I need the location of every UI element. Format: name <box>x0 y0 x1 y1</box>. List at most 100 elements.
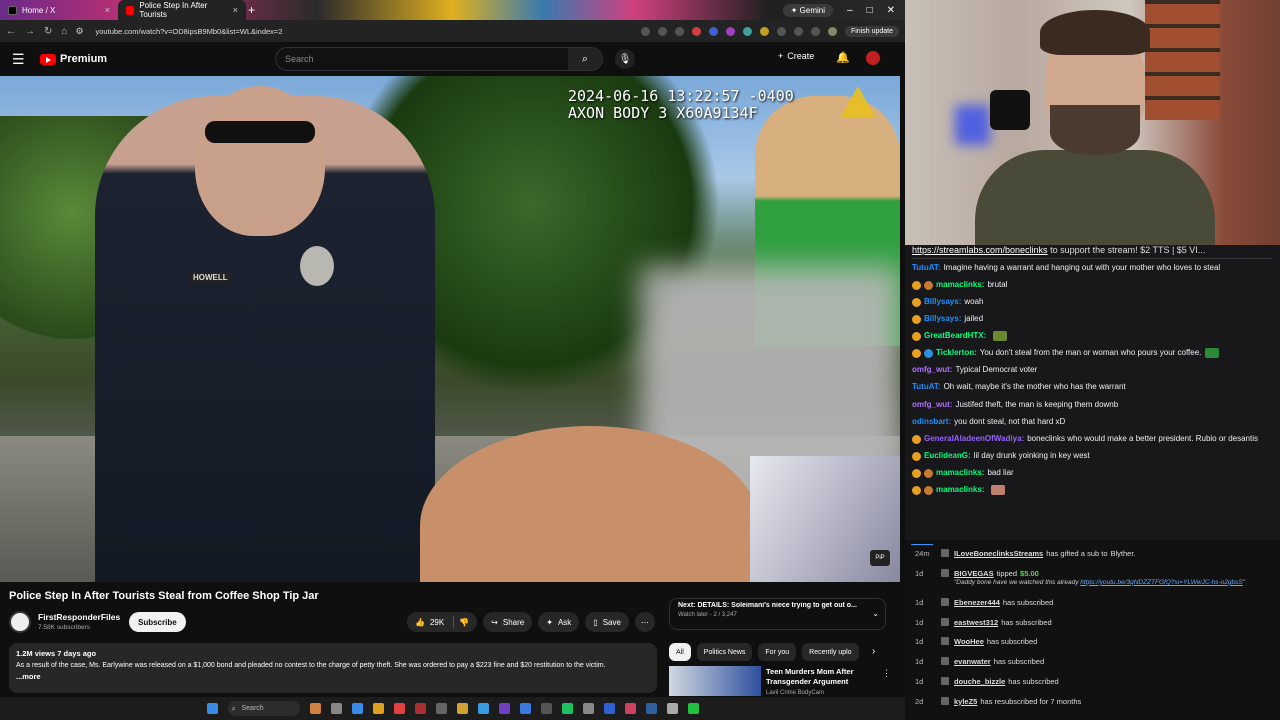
app-icon[interactable] <box>435 703 447 714</box>
finish-update-button[interactable]: Finish update <box>844 25 899 37</box>
back-icon[interactable]: ← <box>6 26 16 37</box>
event-username[interactable]: WooHee <box>954 637 984 646</box>
close-icon[interactable]: × <box>105 5 110 15</box>
chat-username[interactable]: TutuAT: <box>912 263 941 272</box>
zoom-icon[interactable] <box>640 26 650 36</box>
profile-avatar[interactable] <box>827 26 837 36</box>
tip-message-link[interactable]: https://youtu.be/3qNDZZTFGfQ?si=YLWwJC-h… <box>1080 579 1243 586</box>
windows-start-icon[interactable] <box>206 703 218 714</box>
video-description[interactable]: 1.2M views 7 days ago As a result of the… <box>9 643 657 693</box>
app-icon[interactable] <box>540 703 552 714</box>
like-button[interactable]: 👍 29K 👎 <box>407 612 478 632</box>
chat-username[interactable]: Billysays: <box>924 297 961 306</box>
app-icon[interactable] <box>498 703 510 714</box>
event-username[interactable]: Ebenezer444 <box>954 598 1000 607</box>
app-icon[interactable] <box>624 703 636 714</box>
app-icon[interactable] <box>393 703 405 714</box>
bookmark-star-icon[interactable] <box>674 26 684 36</box>
app-icon[interactable] <box>582 703 594 714</box>
menu-icon[interactable]: ☰ <box>12 51 34 68</box>
microphone-icon[interactable]: 🎙 <box>615 49 635 69</box>
create-button[interactable]: + Create <box>778 51 814 61</box>
chat-username[interactable]: EuclideanG: <box>924 451 971 460</box>
reload-icon[interactable]: ↻ <box>44 26 52 37</box>
minimize-icon[interactable]: – <box>847 5 853 16</box>
chat-username[interactable]: mamaclinks: <box>936 485 984 494</box>
event-username[interactable]: evanwater <box>954 657 991 666</box>
chat-username[interactable]: mamaclinks: <box>936 280 984 289</box>
next-up-panel[interactable]: Next: DETAILS: Soleimani's niece trying … <box>669 598 886 630</box>
chat-username[interactable]: GreatBeardHTX: <box>924 331 986 340</box>
extension-icon[interactable] <box>759 26 769 36</box>
share-button[interactable]: ↪ Share <box>483 612 533 632</box>
widget-icon[interactable] <box>309 703 321 714</box>
spotify-icon[interactable] <box>561 703 573 714</box>
more-actions-button[interactable]: ⋯ <box>634 612 655 632</box>
more-link[interactable]: ...more <box>16 672 41 681</box>
app-icon[interactable] <box>603 703 615 714</box>
chevron-down-icon[interactable]: ⌄ <box>872 609 879 618</box>
chip-recently-uploaded[interactable]: Recently uplo <box>802 643 859 661</box>
channel-avatar[interactable] <box>9 611 31 633</box>
task-view-icon[interactable] <box>330 703 342 714</box>
chevron-right-icon[interactable]: › <box>872 646 875 657</box>
app-icon[interactable] <box>414 703 426 714</box>
gemini-button[interactable]: ✦ Gemini <box>782 3 833 17</box>
chip-all[interactable]: All <box>669 643 691 661</box>
tab-youtube-video[interactable]: Police Step In After Tourists × <box>118 0 246 20</box>
download-icon[interactable] <box>810 26 820 36</box>
cast-icon[interactable] <box>657 26 667 36</box>
picture-in-picture-button[interactable]: PiP <box>870 550 890 566</box>
maximize-icon[interactable]: □ <box>867 5 873 16</box>
suggested-thumbnail[interactable] <box>669 666 761 696</box>
chat-username[interactable]: odinsbart: <box>912 417 951 426</box>
close-icon[interactable]: × <box>233 5 238 15</box>
app-icon[interactable] <box>666 703 678 714</box>
app-icon[interactable] <box>687 703 699 714</box>
chat-username[interactable]: Ticklerton: <box>936 348 977 357</box>
forward-icon[interactable]: → <box>25 26 35 37</box>
app-icon[interactable] <box>477 703 489 714</box>
chat-username[interactable]: omfg_wut: <box>912 400 952 409</box>
site-info-icon[interactable]: ⚙ <box>75 26 83 37</box>
edge-icon[interactable] <box>351 703 363 714</box>
event-username[interactable]: eastwest312 <box>954 618 998 627</box>
chat-username[interactable]: Billysays: <box>924 314 961 323</box>
app-icon[interactable] <box>519 703 531 714</box>
event-username[interactable]: ILoveBoneclinksStreams <box>954 549 1043 558</box>
chip-politics-news[interactable]: Politics News <box>696 643 753 661</box>
new-tab-button[interactable]: + <box>248 3 255 17</box>
chip-for-you[interactable]: For you <box>758 643 797 661</box>
youtube-logo[interactable]: Premium <box>40 53 107 65</box>
extension-icon[interactable] <box>691 26 701 36</box>
chat-username[interactable]: omfg_wut: <box>912 365 952 374</box>
account-avatar[interactable] <box>866 51 880 65</box>
url-field[interactable]: youtube.com/watch?v=OD8ipsB9Mb0&list=WL&… <box>96 27 283 36</box>
suggested-title[interactable]: Teen Murders Mom After Transgender Argum… <box>766 667 866 687</box>
close-window-icon[interactable]: ✕ <box>887 5 895 16</box>
app-icon[interactable] <box>645 703 657 714</box>
streamlabs-link[interactable]: https://streamlabs.com/boneclinks <box>912 245 1048 255</box>
save-button[interactable]: ▯ Save <box>585 612 629 632</box>
chat-username[interactable]: TutuAT: <box>912 382 941 391</box>
taskbar-search[interactable]: Search <box>227 701 300 716</box>
more-vert-icon[interactable]: ⋮ <box>882 668 891 679</box>
chat-username[interactable]: GeneralAladeenOfWadiya: <box>924 434 1024 443</box>
channel-name[interactable]: FirstResponderFiles <box>38 612 120 622</box>
notifications-bell-icon[interactable]: 🔔 <box>836 51 850 64</box>
extension-icon[interactable] <box>725 26 735 36</box>
subscribe-button[interactable]: Subscribe <box>129 612 186 632</box>
search-icon[interactable]: ⌕ <box>568 48 602 70</box>
extension-icon[interactable] <box>708 26 718 36</box>
chat-username[interactable]: mamaclinks: <box>936 468 984 477</box>
ask-button[interactable]: ✦ Ask <box>538 612 580 632</box>
puzzle-icon[interactable] <box>776 26 786 36</box>
event-username[interactable]: kyleZ5 <box>954 697 977 706</box>
chrome-icon[interactable] <box>372 703 384 714</box>
home-icon[interactable]: ⌂ <box>61 26 67 37</box>
file-explorer-icon[interactable] <box>456 703 468 714</box>
sidebar-icon[interactable] <box>793 26 803 36</box>
search-input[interactable]: Search ⌕ <box>275 47 603 71</box>
event-username[interactable]: douche_bizzle <box>954 677 1005 686</box>
video-player[interactable]: HOWELL 2024-06-16 13:22:57 -0400 AXON BO… <box>0 76 900 582</box>
